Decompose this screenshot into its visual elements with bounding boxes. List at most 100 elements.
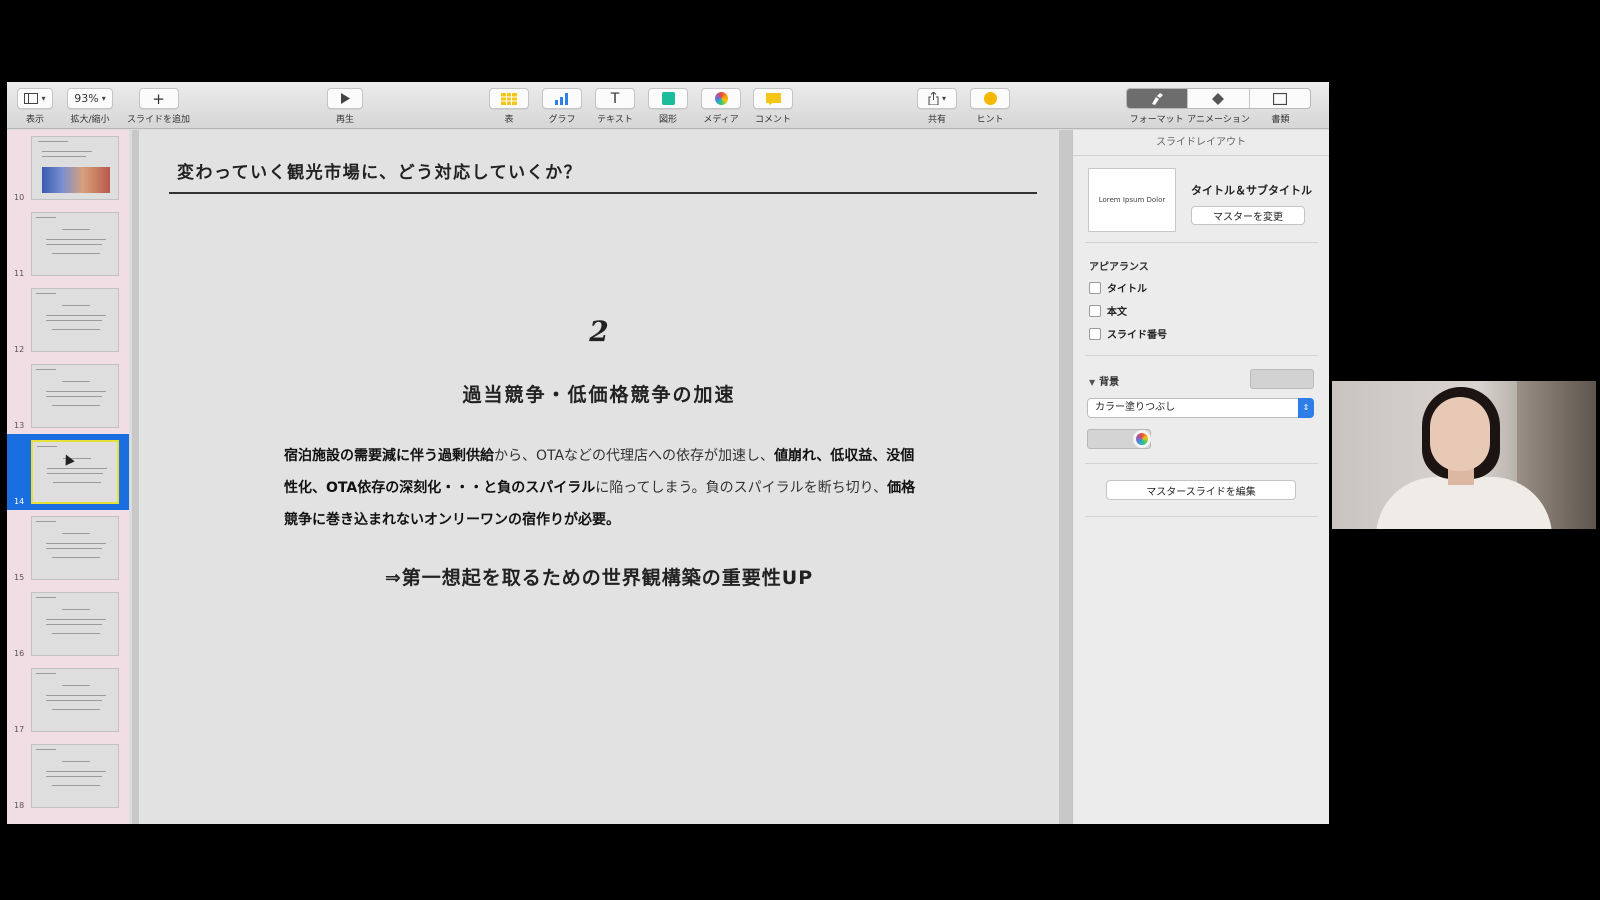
title-checkbox-row[interactable]: タイトル [1089,280,1147,295]
media-tool[interactable]: メディア [701,88,741,125]
table-icon [501,92,517,105]
slide-thumbnail[interactable] [31,592,119,656]
slide-canvas: 変わっていく観光市場に、どう対応していくか？ 2 過当競争・低価格競争の加速 宿… [132,130,1072,824]
slide[interactable]: 変わっていく観光市場に、どう対応していくか？ 2 過当競争・低価格競争の加速 宿… [139,130,1059,824]
color-wheel-icon[interactable] [1133,430,1151,448]
table-tool[interactable]: 表 [489,88,529,125]
keynote-window: ▾ 表示 93% ▾ 拡大/縮小 + スライドを追加 再生 表 グラフ T テキ… [7,82,1329,824]
slide-title[interactable]: 変わっていく観光市場に、どう対応していくか？ [177,158,582,183]
comment-tool[interactable]: コメント [753,88,793,125]
shape-button[interactable] [648,88,688,109]
layout-preview[interactable]: Lorem Ipsum Dolor [1088,168,1176,232]
slide-thumbnail-row[interactable]: 16 [7,586,129,662]
edit-master-slide-button[interactable]: マスタースライドを編集 [1106,480,1296,500]
tips-tool[interactable]: ヒント [970,88,1010,125]
media-button[interactable] [701,88,741,109]
format-label: フォーマット [1129,115,1184,125]
title-checkbox[interactable] [1089,281,1101,294]
chart-tool[interactable]: グラフ [542,88,582,125]
chart-button[interactable] [542,88,582,109]
slide-heading[interactable]: 過当競争・低価格競争の加速 [139,380,1059,407]
document-label: 書類 [1271,115,1290,125]
thumbnail-text-line [52,557,100,558]
slide-thumbnail[interactable] [31,516,119,580]
play-tool[interactable]: 再生 [327,88,363,125]
media-label: メディア [703,115,739,125]
slide-thumbnail[interactable] [31,440,119,504]
add-slide-tool[interactable]: + スライドを追加 [127,88,190,125]
slide-section-number[interactable]: 2 [139,315,1059,348]
slide-thumbnail-row[interactable]: 14 [7,434,129,510]
slide-thumbnail[interactable] [31,744,119,808]
animate-label: アニメーション [1187,115,1250,125]
background-color-swatch[interactable] [1250,369,1314,389]
chevron-down-icon: ▾ [101,94,106,103]
slide-thumbnail[interactable] [31,212,119,276]
slide-thumbnail[interactable] [31,288,119,352]
view-tool[interactable]: ▾ 表示 [17,88,53,125]
diamond-icon [1212,92,1225,105]
chart-label: グラフ [548,115,576,125]
background-section[interactable]: ▼ 背景 [1089,373,1119,388]
divider [1085,355,1318,356]
slide-thumbnail-row[interactable]: 17 [7,662,129,738]
screen: ▾ 表示 93% ▾ 拡大/縮小 + スライドを追加 再生 表 グラフ T テキ… [0,0,1600,900]
fill-type-value: カラー塗りつぶし [1095,402,1176,413]
shape-icon [661,92,675,105]
chart-icon [555,92,568,105]
thumbnail-text-line [36,369,56,370]
text-button[interactable]: T [595,88,635,109]
view-button[interactable]: ▾ [17,88,53,109]
slide-number-checkbox-row[interactable]: スライド番号 [1089,326,1167,341]
text-tool[interactable]: T テキスト [595,88,635,125]
slide-thumbnail-row[interactable]: 10 [7,130,129,206]
tips-button[interactable] [970,88,1010,109]
body-checkbox-row[interactable]: 本文 [1089,303,1127,318]
comment-button[interactable] [753,88,793,109]
shape-tool[interactable]: 図形 [648,88,688,125]
thumbnail-text-line [36,217,56,218]
animate-button[interactable] [1188,89,1250,108]
thumbnail-text-line [42,156,86,157]
thumbnail-text-line [47,473,103,474]
zoom-tool[interactable]: 93% ▾ 拡大/縮小 [67,88,113,125]
format-button[interactable] [1127,89,1189,108]
slide-conclusion[interactable]: ⇒第一想起を取るための世界観構築の重要性UP [139,563,1059,590]
tips-label: ヒント [976,115,1004,125]
thumbnail-text-line [46,700,102,701]
change-master-button[interactable]: マスターを変更 [1191,206,1305,225]
view-label: 表示 [25,115,44,125]
presenter-face [1430,397,1490,471]
fill-type-select[interactable]: カラー塗りつぶし ⇕ [1087,398,1314,418]
slide-thumbnail[interactable] [31,364,119,428]
slide-body[interactable]: 宿泊施設の需要減に伴う過剰供給から、OTAなどの代理店への依存が加速し、値崩れ、… [284,440,924,536]
slide-thumbnail-row[interactable]: 13 [7,358,129,434]
comment-icon [765,92,781,105]
play-button[interactable] [327,88,363,109]
slide-thumbnail[interactable] [31,668,119,732]
slide-navigator: 10 11 12 13 14 15 16 17 18 [7,130,129,824]
table-button[interactable] [489,88,529,109]
slide-number-checkbox[interactable] [1089,327,1101,340]
slide-thumbnail-row[interactable]: 12 [7,282,129,358]
thumbnail-text-line [46,239,106,240]
slide-thumbnail[interactable] [31,136,119,200]
text-icon: T [610,90,620,107]
slide-thumbnail-row[interactable]: 15 [7,510,129,586]
add-slide-button[interactable]: + [138,88,179,109]
slide-thumbnail-row[interactable]: 11 [7,206,129,282]
thumbnail-text-line [62,761,90,762]
body-checkbox[interactable] [1089,304,1101,317]
share-tool[interactable]: ▾ 共有 [917,88,957,125]
zoom-button[interactable]: 93% ▾ [67,88,113,109]
share-button[interactable]: ▾ [917,88,957,109]
body-text-1: から、OTAなどの代理店への依存が加速し、 [494,448,775,464]
play-label: 再生 [335,115,354,125]
thumbnail-text-line [52,329,100,330]
document-button[interactable] [1250,89,1310,108]
thumbnail-text-line [62,685,90,686]
disclosure-triangle-icon: ▼ [1089,378,1096,387]
slide-thumbnail-row[interactable]: 18 [7,738,129,814]
thumbnail-text-line [62,229,90,230]
webcam-video [1332,381,1596,529]
